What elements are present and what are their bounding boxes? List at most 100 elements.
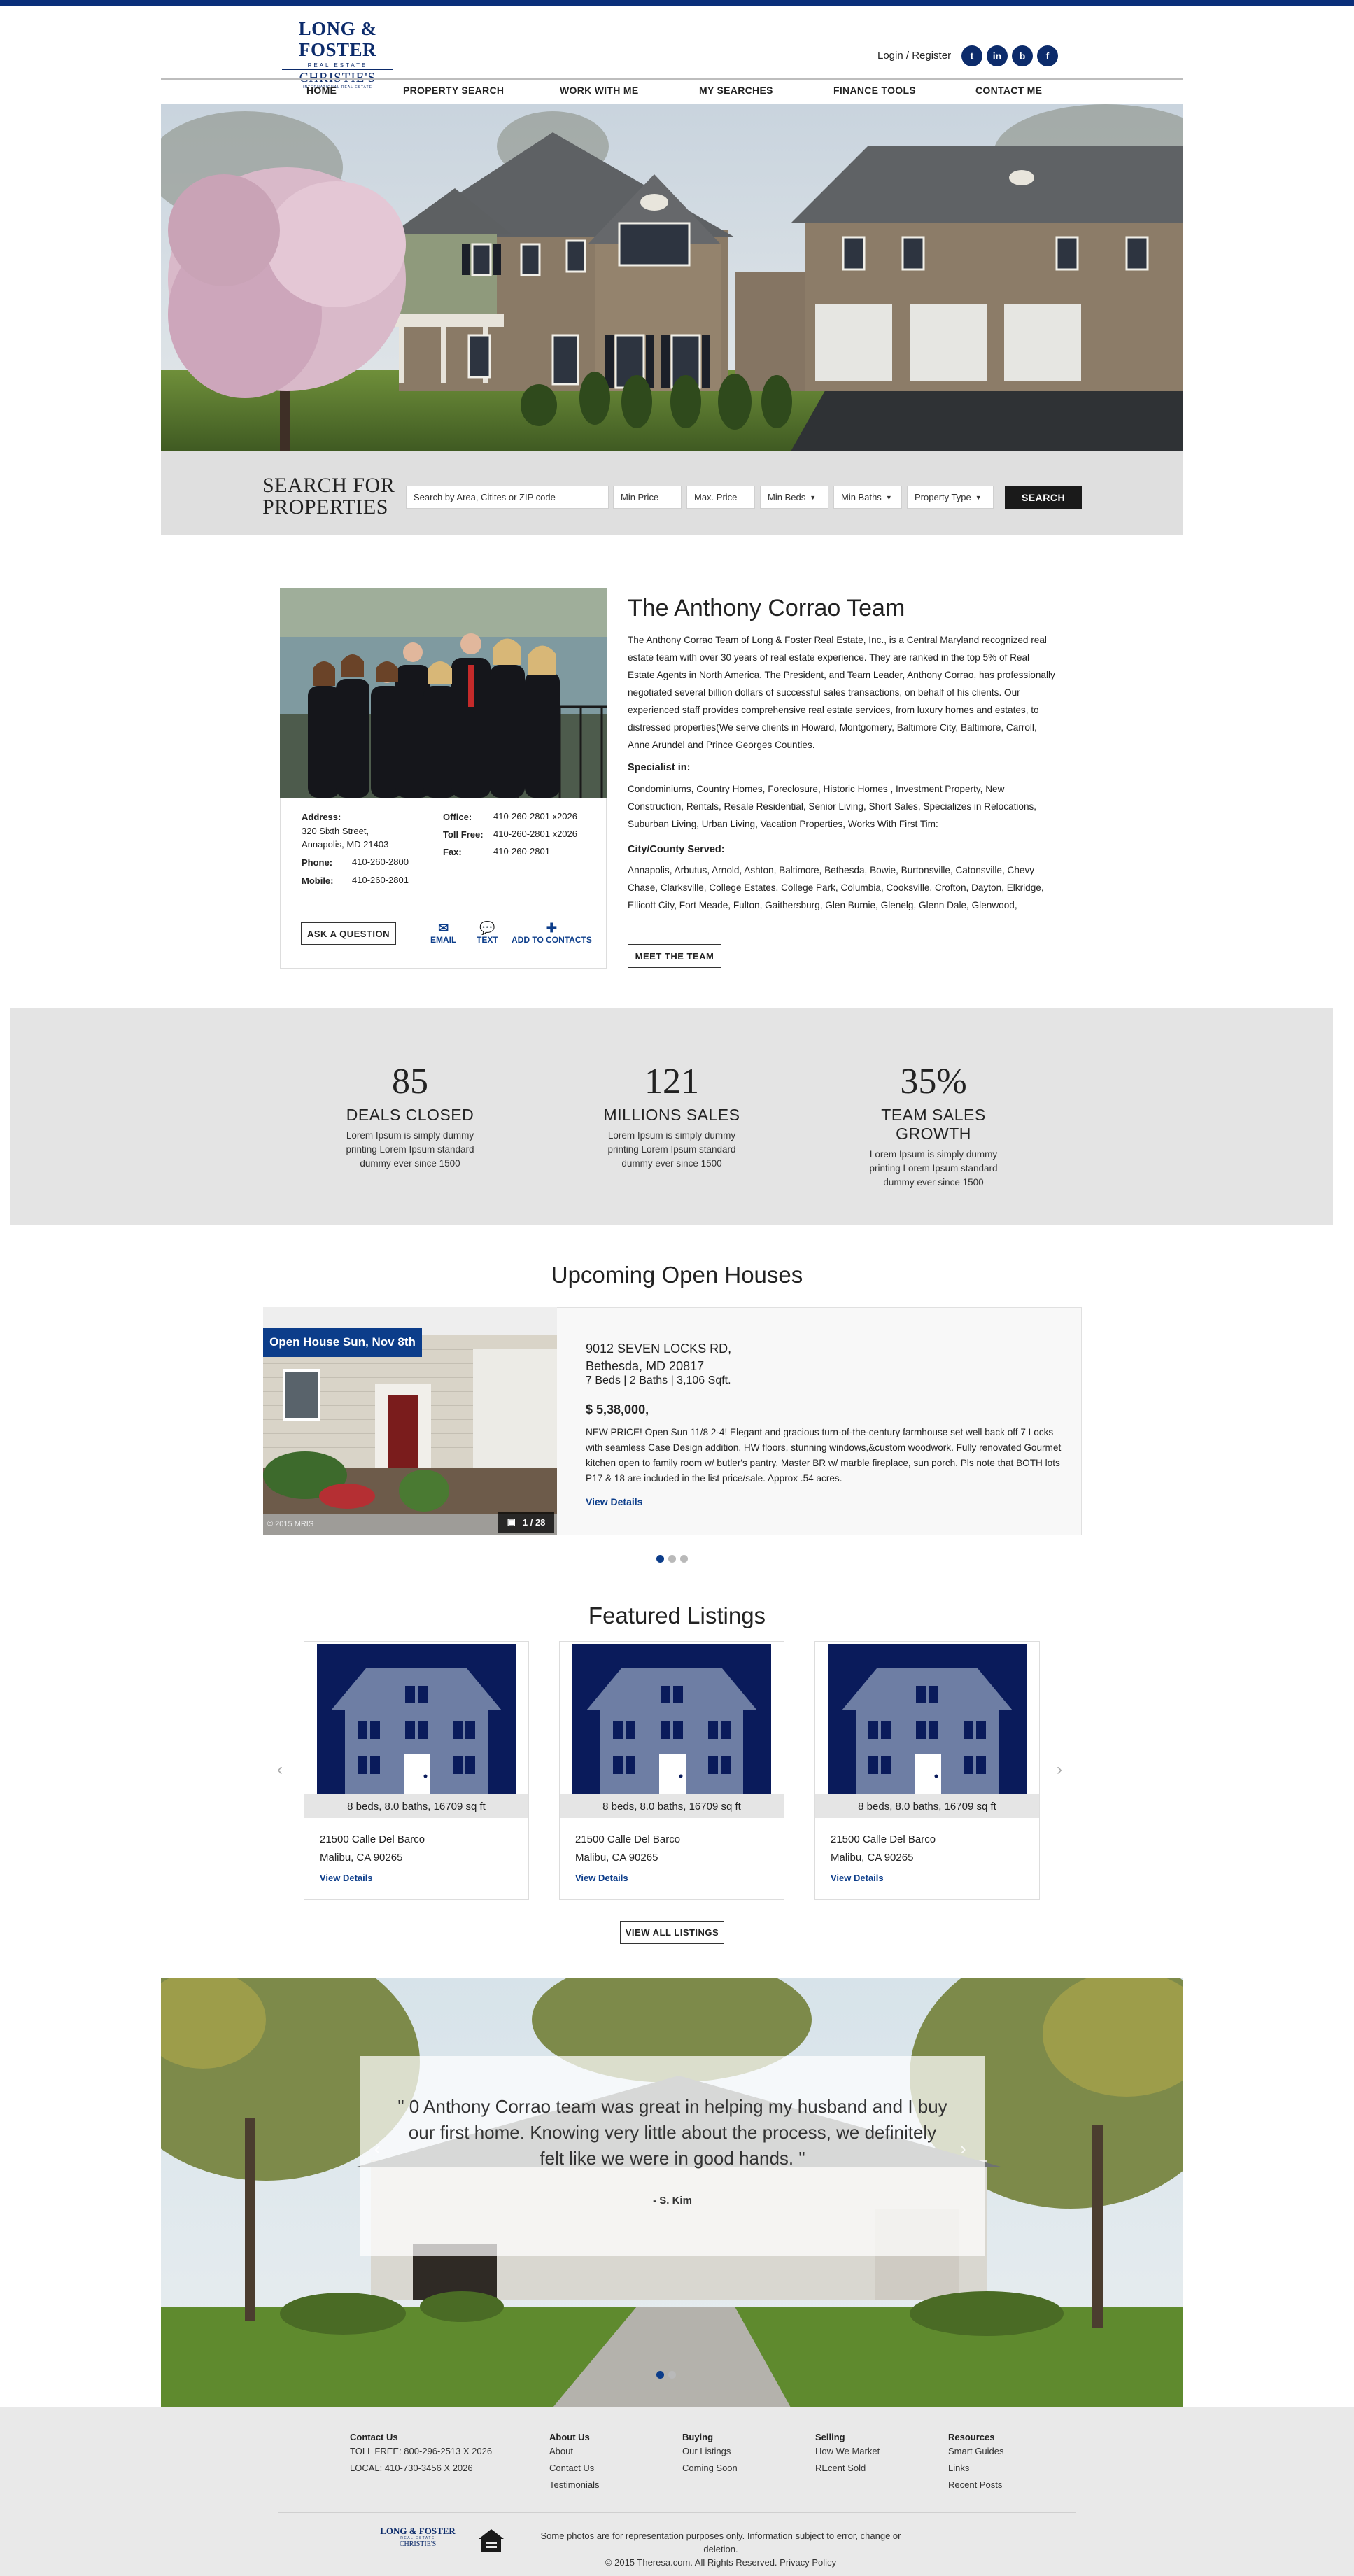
stat-description: Lorem Ipsum is simply dummy printing Lor… [607,1130,736,1169]
add-to-contacts-action[interactable]: ✚ ADD TO CONTACTS [512,921,592,945]
location-search-input[interactable]: Search by Area, Citites or ZIP code [406,486,609,509]
ask-question-button[interactable]: ASK A QUESTION [301,922,396,945]
property-type-select[interactable]: Property Type ▼ [907,486,994,509]
footer-copyright[interactable]: © 2015 Theresa.com. All Rights Reserved.… [539,2556,903,2569]
search-title-line-2: PROPERTIES [262,495,388,519]
view-all-listings-button[interactable]: VIEW ALL LISTINGS [620,1921,724,1944]
stat-label: TEAM SALES GROWTH [881,1106,986,1143]
stat-number: 85 [392,1062,428,1102]
footer-link-contact-us[interactable]: Contact Us [549,2463,594,2473]
email-action-label: EMAIL [430,935,457,945]
footer-logo[interactable]: LONG & FOSTER REAL ESTATE CHRISTIE'S [376,2526,459,2549]
text-action-label: TEXT [477,935,498,945]
footer-link-recent-posts[interactable]: Recent Posts [948,2479,1002,2490]
photo-count-text: 1 / 28 [522,1516,546,1528]
listing-card[interactable]: 8 beds, 8.0 baths, 16709 sq ft 21500 Cal… [814,1641,1040,1900]
min-baths-select[interactable]: Min Baths ▼ [833,486,902,509]
footer-resources-heading: Resources [948,2432,995,2442]
search-button[interactable]: SEARCH [1005,486,1082,509]
footer-tollfree: TOLL FREE: 800-296-2513 X 2026 [350,2446,493,2456]
footer-logo-line-1: LONG & FOSTER [380,2526,456,2536]
listing-meta: 8 beds, 8.0 baths, 16709 sq ft [304,1794,528,1818]
linkedin-icon[interactable]: in [987,45,1008,66]
footer-link-links[interactable]: Links [948,2463,969,2473]
photo-copyright: © 2015 MRIS [267,1520,314,1528]
plus-icon: ✚ [546,921,557,935]
footer-disclaimer-text: Some photos are for representation purpo… [540,2531,901,2554]
listing-view-details-link[interactable]: View Details [831,1873,884,1883]
footer-link-smart-guides[interactable]: Smart Guides [948,2446,1003,2456]
listing-card[interactable]: 8 beds, 8.0 baths, 16709 sq ft 21500 Cal… [559,1641,784,1900]
nav-contact-me[interactable]: CONTACT ME [975,85,1042,96]
footer-link-about[interactable]: About [549,2446,573,2456]
property-type-label: Property Type [915,492,971,502]
footer-link-testimonials[interactable]: Testimonials [549,2479,600,2490]
house-placeholder-icon [317,1644,516,1796]
specialist-text: Condominiums, Country Homes, Foreclosure… [628,784,1037,829]
team-bio: The Anthony Corrao Team of Long & Foster… [628,635,1055,750]
testimonial-quote: " 0 Anthony Corrao team was great in hel… [397,2096,947,2169]
specialist-heading: Specialist in: [628,762,691,773]
footer-link-how-we-market[interactable]: How We Market [815,2446,880,2456]
chevron-right-icon[interactable]: › [960,2138,966,2160]
logo-line-1: LONG & FOSTER [298,18,377,60]
stat-deals-closed: 85 DEALS CLOSED Lorem Ipsum is simply du… [333,1061,487,1171]
footer-link-recent-sold[interactable]: REcent Sold [815,2463,866,2473]
meet-the-team-button[interactable]: MEET THE TEAM [628,944,721,968]
listing-address: 21500 Calle Del Barco Malibu, CA 90265 [320,1831,425,1867]
featured-listings-title: Featured Listings [588,1603,766,1628]
carousel-dot-active[interactable] [656,2371,664,2379]
carousel-dot[interactable] [668,1555,676,1563]
listing-address-line-2: Malibu, CA 90265 [320,1852,403,1864]
listing-view-details-link[interactable]: View Details [575,1873,628,1883]
office-label: Office: [443,812,472,822]
chevron-left-icon[interactable]: ‹ [277,1760,283,1780]
listing-card[interactable]: 8 beds, 8.0 baths, 16709 sq ft 21500 Cal… [304,1641,529,1900]
image-gallery-icon: ▣ [507,1516,516,1527]
nav-my-searches[interactable]: MY SEARCHES [699,85,773,96]
stat-millions-sales: 121 MILLIONS SALES Lorem Ipsum is simply… [595,1061,749,1171]
nav-home[interactable]: HOME [306,85,337,96]
chevron-left-icon[interactable]: ‹ [374,2138,381,2160]
footer-link-our-listings[interactable]: Our Listings [682,2446,731,2456]
nav-finance-tools[interactable]: FINANCE TOOLS [833,85,916,96]
mobile-label: Mobile: [302,875,334,886]
max-price-input[interactable]: Max. Price [686,486,755,509]
chevron-down-icon: ▼ [810,493,817,501]
open-house-address-line-2: Bethesda, MD 20817 [586,1359,705,1373]
logo-line-4: INTERNATIONAL REAL ESTATE [303,85,372,90]
footer-link-coming-soon[interactable]: Coming Soon [682,2463,738,2473]
listing-address-line-2: Malibu, CA 90265 [831,1852,914,1864]
carousel-dot-active[interactable] [656,1555,664,1563]
nav-property-search[interactable]: PROPERTY SEARCH [403,85,504,96]
served-heading: City/County Served: [628,844,725,855]
envelope-icon: ✉ [438,921,449,935]
listing-view-details-link[interactable]: View Details [320,1873,373,1883]
min-price-input[interactable]: Min Price [613,486,682,509]
nav-work-with-me[interactable]: WORK WITH ME [560,85,638,96]
search-title: SEARCH FOR PROPERTIES [262,474,395,518]
blogger-icon[interactable]: b [1012,45,1033,66]
max-price-placeholder: Max. Price [694,492,738,502]
facebook-icon[interactable]: f [1037,45,1058,66]
footer-disclaimer: Some photos are for representation purpo… [539,2529,903,2569]
text-action[interactable]: 💬 TEXT [477,921,498,945]
twitter-icon[interactable]: t [961,45,982,66]
address-value: 320 Sixth Street, Annapolis, MD 21403 [302,824,388,851]
photo-counter[interactable]: ▣ 1 / 28 [498,1512,554,1533]
login-register-link[interactable]: Login / Register [877,50,951,62]
footer-logo-line-3: CHRISTIE'S [399,2540,437,2548]
min-beds-label: Min Beds [768,492,806,502]
min-beds-select[interactable]: Min Beds ▼ [760,486,828,509]
footer-buying-heading: Buying [682,2432,714,2442]
listing-address-line-2: Malibu, CA 90265 [575,1852,658,1864]
team-photo [280,588,607,798]
carousel-dot[interactable] [680,1555,688,1563]
header-divider [161,78,1183,80]
address-label: Address: [302,812,341,822]
email-action[interactable]: ✉ EMAIL [430,921,456,945]
chevron-right-icon[interactable]: › [1057,1760,1062,1780]
open-houses-title: Upcoming Open Houses [551,1262,803,1288]
open-house-view-details-link[interactable]: View Details [586,1496,642,1507]
carousel-dot[interactable] [668,2371,676,2379]
